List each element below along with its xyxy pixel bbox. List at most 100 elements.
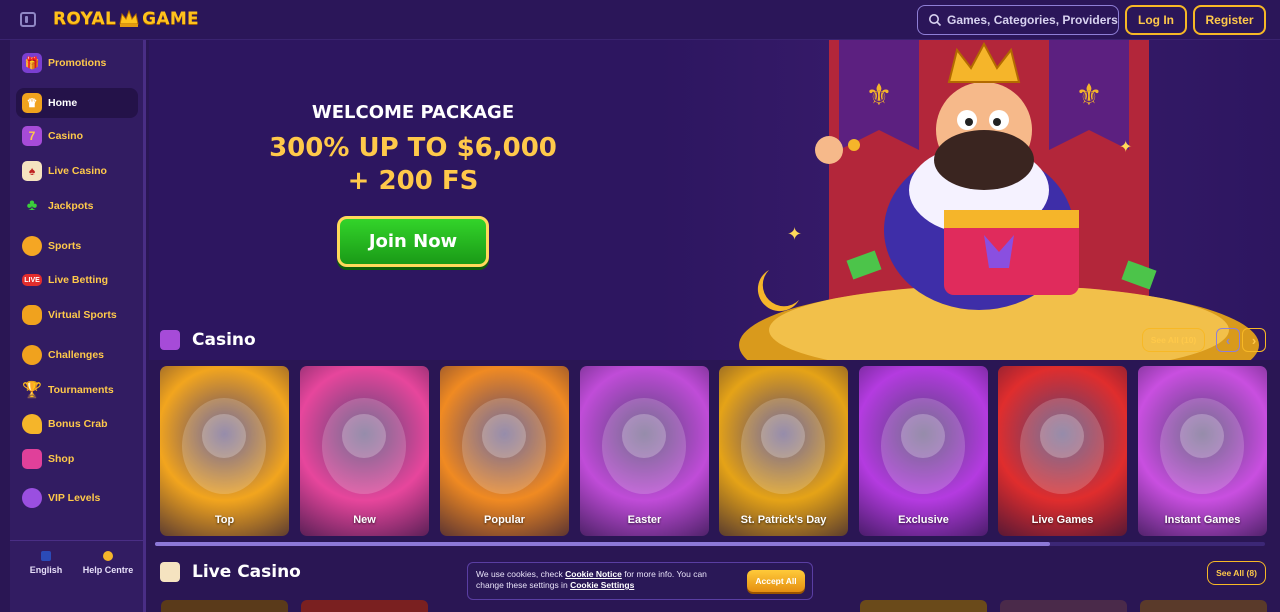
flag-icon [41,551,51,561]
casino-category-card[interactable]: Popular [440,366,569,536]
sidebar: 🎁 Promotions ♛ Home 7 Casino ♠ Live Casi… [10,40,146,612]
register-button[interactable]: Register [1193,5,1266,35]
cookie-settings-link[interactable]: Cookie Settings [570,580,634,590]
hero-banner: ⚜ ⚜ ✦ ✦ WELCOME PACKAGE 300% UP TO $6,00… [149,40,1280,360]
playing-cards-icon [160,562,180,582]
sidebar-item-label: Shop [48,453,75,465]
live-casino-card[interactable] [1140,600,1267,612]
carousel-scrollbar[interactable] [155,542,1265,546]
scrollbar-thumb[interactable] [155,542,1050,546]
hero-offer: 300% UP TO $6,000 + 200 FS [259,132,567,198]
casino-category-card[interactable]: Easter [580,366,709,536]
crown-logo-icon [118,9,140,29]
casino-category-card[interactable]: Live Games [998,366,1127,536]
sidebar-item-live-betting[interactable]: LIVE Live Betting [16,265,138,295]
help-icon [103,551,113,561]
help-centre-link[interactable]: Help Centre [78,551,138,575]
medal-icon [22,345,42,365]
card-label: Popular [484,514,525,526]
gift-icon: 🎁 [22,53,42,73]
search-placeholder: Games, Categories, Providers [947,13,1118,27]
sidebar-toggle-icon[interactable] [20,12,36,27]
logo-text-right: GAME [142,9,199,29]
sidebar-item-label: Tournaments [48,384,114,396]
casino-see-all-button[interactable]: See All (10) [1142,328,1205,352]
language-label: English [29,565,63,575]
sidebar-item-vip-levels[interactable]: VIP Levels [16,483,138,513]
slot-machine-icon [160,330,180,350]
sidebar-item-tournaments[interactable]: 🏆 Tournaments [16,375,138,405]
casino-category-card[interactable]: Instant Games [1138,366,1267,536]
shop-icon [22,449,42,469]
search-input[interactable]: Games, Categories, Providers [917,5,1119,35]
card-label: St. Patrick's Day [740,514,827,526]
svg-text:✦: ✦ [1119,139,1132,156]
category-artwork-icon [1160,398,1244,494]
cookie-notice-link[interactable]: Cookie Notice [565,569,622,579]
svg-text:✦: ✦ [787,224,802,244]
section-title: Live Casino [192,562,301,582]
category-artwork-icon [1020,398,1104,494]
sidebar-item-label: Promotions [48,57,107,69]
sidebar-item-jackpots[interactable]: ♣ Jackpots [16,191,138,221]
sidebar-item-shop[interactable]: Shop [16,444,138,474]
carousel-next-button[interactable]: › [1242,328,1266,352]
join-now-button[interactable]: Join Now [337,216,489,267]
chevron-left-icon: ‹ [1225,332,1231,348]
cookie-text: We use cookies, check [476,569,563,579]
help-label: Help Centre [82,565,134,575]
sidebar-item-label: Bonus Crab [48,418,108,430]
sidebar-item-promotions[interactable]: 🎁 Promotions [16,48,138,78]
category-artwork-icon [602,398,686,494]
casino-category-card[interactable]: Top [160,366,289,536]
sidebar-item-bonus-crab[interactable]: Bonus Crab [16,409,138,439]
slot-machine-icon: 7 [22,126,42,146]
sidebar-item-challenges[interactable]: Challenges [16,340,138,370]
sidebar-item-sports[interactable]: Sports [16,231,138,261]
see-all-count: (8) [1246,568,1257,578]
see-all-count: (10) [1181,335,1197,345]
carousel-prev-button[interactable]: ‹ [1216,328,1240,352]
category-artwork-icon [462,398,546,494]
sidebar-item-home[interactable]: ♛ Home [16,88,138,118]
top-header: ROYAL GAME Games, Categories, Providers … [0,0,1280,40]
cookie-text: for more info. You can [624,569,707,579]
accept-all-button[interactable]: Accept All [747,570,805,592]
live-casino-card[interactable] [1000,600,1127,612]
casino-category-card[interactable]: St. Patrick's Day [719,366,848,536]
live-casino-card[interactable] [161,600,288,612]
cookie-text: change these settings in [476,580,568,590]
casino-category-card[interactable]: New [300,366,429,536]
sidebar-item-virtual-sports[interactable]: Virtual Sports [16,300,138,330]
sidebar-item-casino[interactable]: 7 Casino [16,121,138,151]
card-label: New [353,514,376,526]
svg-text:⚜: ⚜ [866,79,893,112]
home-crown-icon: ♛ [22,93,42,113]
live-casino-card[interactable] [301,600,428,612]
casino-category-card[interactable]: Exclusive [859,366,988,536]
ball-icon [22,236,42,256]
live-casino-see-all-button[interactable]: See All (8) [1207,561,1266,585]
sidebar-item-live-casino[interactable]: ♠ Live Casino [16,156,138,186]
gamepad-icon [22,305,42,325]
svg-text:⚜: ⚜ [1076,79,1103,112]
section-title: Casino [192,330,256,350]
search-icon [929,14,942,27]
live-casino-section-heading: Live Casino [160,562,301,582]
category-artwork-icon [741,398,825,494]
hero-offer-line-1: 300% UP TO $6,000 [269,133,557,163]
casino-section-heading: Casino [160,330,256,350]
crab-icon [22,414,42,434]
category-artwork-icon [322,398,406,494]
live-casino-card[interactable] [860,600,987,612]
sidebar-item-label: Jackpots [48,200,94,212]
site-logo[interactable]: ROYAL GAME [53,9,199,29]
login-button[interactable]: Log In [1125,5,1187,35]
sidebar-item-label: VIP Levels [48,492,101,504]
see-all-label: See All [1150,335,1179,345]
hero-title: WELCOME PACKAGE [311,102,515,123]
sidebar-item-label: Sports [48,240,82,252]
card-label: Easter [627,514,662,526]
sidebar-item-label: Casino [48,130,84,142]
language-selector[interactable]: English [16,551,76,575]
